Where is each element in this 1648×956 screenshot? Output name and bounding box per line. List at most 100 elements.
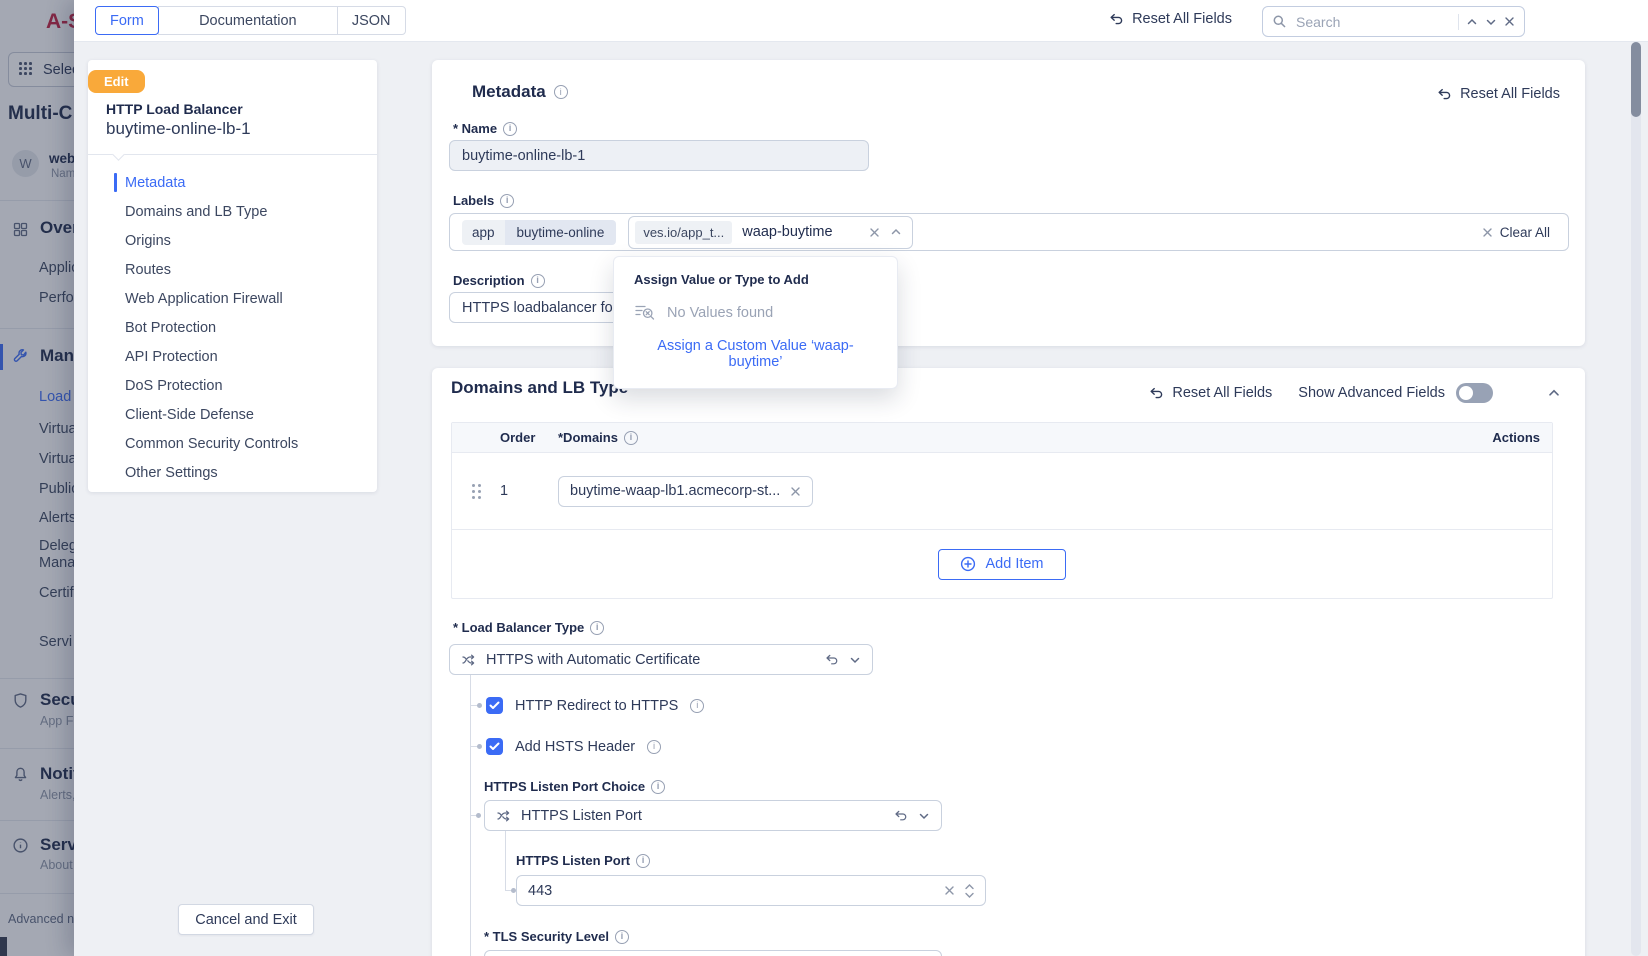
clear-icon xyxy=(1482,227,1493,238)
notch xyxy=(112,148,125,161)
info-icon[interactable] xyxy=(690,699,704,713)
info-icon[interactable] xyxy=(590,621,604,635)
info-icon[interactable] xyxy=(636,854,650,868)
wizard-step-waf[interactable]: Web Application Firewall xyxy=(88,284,377,313)
scrollbar-track[interactable] xyxy=(1631,42,1641,956)
info-icon[interactable] xyxy=(554,85,568,99)
https-port-label: HTTPS Listen Port xyxy=(516,853,650,868)
dropdown-title: Assign Value or Type to Add xyxy=(634,272,877,287)
object-name: buytime-online-lb-1 xyxy=(106,119,251,139)
hsts-checkbox[interactable] xyxy=(486,738,503,755)
tree-dot xyxy=(476,813,481,818)
clear-value-icon[interactable] xyxy=(944,885,955,896)
domain-table-row: 1 buytime-waap-lb1.acmecorp-st... xyxy=(452,453,1552,529)
oneof-fork-icon xyxy=(496,808,511,823)
search-input[interactable] xyxy=(1294,13,1451,31)
editor-topbar: Form Documentation JSON Reset All Fields xyxy=(74,0,1648,42)
metadata-title: Metadata xyxy=(472,82,568,102)
add-item-button[interactable]: Add Item xyxy=(938,549,1065,580)
drag-handle-icon[interactable] xyxy=(472,484,481,499)
lb-type-select[interactable]: HTTPS with Automatic Certificate xyxy=(449,644,873,675)
labels-input[interactable]: app buytime-online ves.io/app_t... waap-… xyxy=(449,213,1569,251)
http-redirect-row: HTTP Redirect to HTTPS xyxy=(486,697,704,714)
domains-reset-button[interactable]: Reset All Fields xyxy=(1148,385,1272,401)
info-icon[interactable] xyxy=(615,930,629,944)
tab-documentation[interactable]: Documentation xyxy=(158,6,338,35)
list-search-icon xyxy=(634,303,656,322)
wizard-step-api-protection[interactable]: API Protection xyxy=(88,342,377,371)
search-icon xyxy=(1272,14,1287,29)
chevron-up-icon[interactable] xyxy=(890,226,902,238)
metadata-reset-button[interactable]: Reset All Fields xyxy=(1436,86,1560,102)
clear-all-labels-button[interactable]: Clear All xyxy=(1476,224,1556,241)
dropdown-empty-state: No Values found xyxy=(634,303,877,322)
chevron-down-icon[interactable] xyxy=(849,654,861,666)
number-stepper[interactable] xyxy=(965,884,974,898)
reset-all-fields-button[interactable]: Reset All Fields xyxy=(1108,11,1232,27)
label-chip-editing[interactable]: ves.io/app_t... waap-buytime xyxy=(628,216,912,249)
chevron-up-icon xyxy=(1547,386,1561,400)
wizard-step-routes[interactable]: Routes xyxy=(88,255,377,284)
chevron-down-icon[interactable] xyxy=(918,810,930,822)
info-icon[interactable] xyxy=(503,122,517,136)
wizard-step-common-security-controls[interactable]: Common Security Controls xyxy=(88,429,377,458)
search-prev-button[interactable] xyxy=(1466,16,1478,28)
info-icon[interactable] xyxy=(651,780,665,794)
remove-label-icon[interactable] xyxy=(869,227,880,238)
wizard-steps: Metadata Domains and LB Type Origins Rou… xyxy=(88,168,377,487)
domains-table: Order *Domains Actions 1 buytime-waap-lb… xyxy=(451,422,1553,599)
wizard-step-other-settings[interactable]: Other Settings xyxy=(88,458,377,487)
reset-field-icon[interactable] xyxy=(893,808,908,823)
wizard-step-dos-protection[interactable]: DoS Protection xyxy=(88,371,377,400)
scrollbar-thumb[interactable] xyxy=(1631,42,1641,117)
domains-lb-type-section: Domains and LB Type Reset All Fields Sho… xyxy=(432,368,1585,956)
wizard-step-domains[interactable]: Domains and LB Type xyxy=(88,197,377,226)
cancel-and-exit-button[interactable]: Cancel and Exit xyxy=(178,904,314,935)
background-sidebar: A-S Selec Multi-C W web Nam Over Applic … xyxy=(0,0,74,956)
domains-table-header: Order *Domains Actions xyxy=(452,423,1552,453)
https-port-input[interactable]: 443 xyxy=(516,875,986,906)
name-input[interactable] xyxy=(449,140,869,171)
tree-line xyxy=(505,830,506,891)
metadata-section: Metadata Reset All Fields * Name Labels … xyxy=(432,60,1585,346)
tls-security-select[interactable] xyxy=(484,950,942,956)
tab-json[interactable]: JSON xyxy=(337,6,406,35)
edit-badge: Edit xyxy=(88,70,145,93)
tab-form[interactable]: Form xyxy=(95,6,159,35)
port-choice-select[interactable]: HTTPS Listen Port xyxy=(484,800,942,831)
name-field-label: * Name xyxy=(453,121,517,136)
label-value-dropdown: Assign Value or Type to Add No Values fo… xyxy=(613,256,898,389)
oneof-fork-icon xyxy=(461,652,476,667)
info-icon[interactable] xyxy=(531,274,545,288)
undo-icon xyxy=(1436,86,1452,102)
advanced-fields-toggle[interactable] xyxy=(1456,383,1493,403)
http-redirect-checkbox[interactable] xyxy=(486,697,503,714)
reset-field-icon[interactable] xyxy=(824,652,839,667)
wizard-step-bot-protection[interactable]: Bot Protection xyxy=(88,313,377,342)
wizard-step-origins[interactable]: Origins xyxy=(88,226,377,255)
label-chip[interactable]: app buytime-online xyxy=(462,220,616,245)
object-type-label: HTTP Load Balancer xyxy=(106,101,243,117)
divider xyxy=(1458,14,1459,30)
search-close-button[interactable] xyxy=(1504,16,1515,27)
tls-security-label: * TLS Security Level xyxy=(484,929,629,944)
search-next-button[interactable] xyxy=(1485,16,1497,28)
collapse-section-button[interactable] xyxy=(1547,386,1561,400)
info-icon[interactable] xyxy=(624,431,638,445)
view-tabs: Form Documentation JSON xyxy=(95,6,406,35)
remove-domain-icon[interactable] xyxy=(790,486,801,497)
domain-value-chip[interactable]: buytime-waap-lb1.acmecorp-st... xyxy=(558,476,813,507)
info-icon[interactable] xyxy=(500,194,514,208)
domains-title: Domains and LB Type xyxy=(451,378,628,398)
tree-dot xyxy=(477,703,482,708)
search-box xyxy=(1262,6,1525,37)
info-icon[interactable] xyxy=(647,740,661,754)
wizard-step-metadata[interactable]: Metadata xyxy=(88,168,377,197)
plus-circle-icon xyxy=(960,556,976,572)
editor-content: Edit HTTP Load Balancer buytime-online-l… xyxy=(74,42,1648,956)
modal-dim-overlay xyxy=(0,0,74,956)
tree-dot xyxy=(477,744,482,749)
assign-custom-value-button[interactable]: Assign a Custom Value ‘waap-buytime’ xyxy=(634,338,877,370)
wizard-step-client-side-defense[interactable]: Client-Side Defense xyxy=(88,400,377,429)
lb-editor-modal: Form Documentation JSON Reset All Fields… xyxy=(74,0,1648,956)
